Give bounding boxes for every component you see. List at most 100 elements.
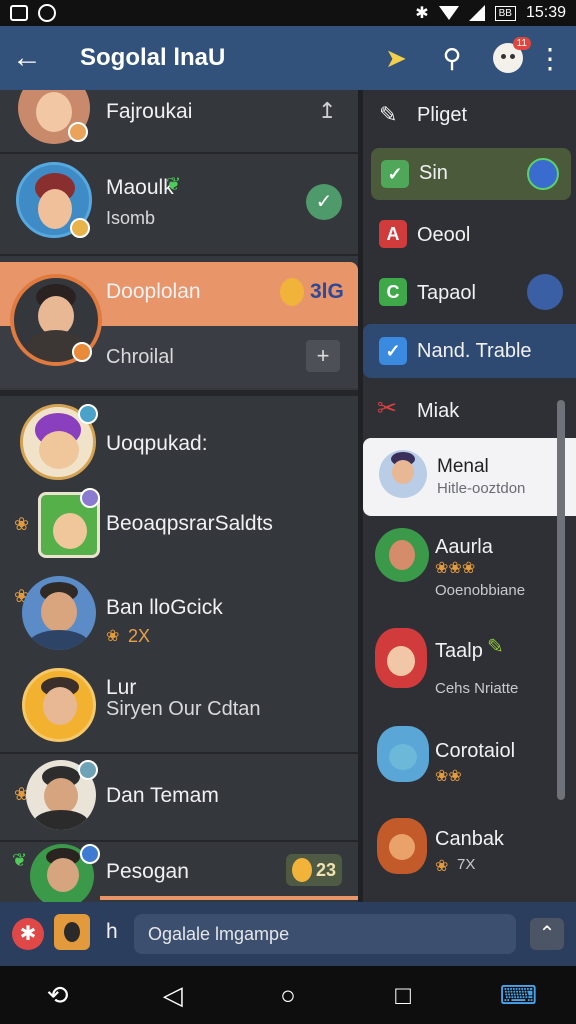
- contact-name: Ban lloGcick: [106, 596, 223, 619]
- menu-item[interactable]: ✂ Miak: [363, 384, 576, 436]
- menu-sublabel: Ooenobbiane: [435, 582, 526, 599]
- input-placeholder: Ogalale lmgampe: [148, 924, 290, 944]
- message-input[interactable]: Ogalale lmgampe: [134, 914, 516, 954]
- conversation-list: Fajroukai ↥ Maoulk ❦ Isomb ✓ Dooplolan 3…: [0, 90, 358, 902]
- status-badge: [72, 342, 92, 362]
- menu-item-sin[interactable]: ✓ Sin: [371, 148, 571, 200]
- unread-count: 23: [315, 859, 337, 880]
- list-item[interactable]: Taalp ✎ Cehs Nriatte: [363, 618, 576, 716]
- avatar[interactable]: [54, 914, 90, 950]
- pin-icon: ✎: [379, 102, 398, 127]
- send-icon[interactable]: ➤: [368, 43, 424, 74]
- menu-label: Nand. Trable: [417, 340, 532, 362]
- side-panel: ✎ Pliget ✓ Sin A Oeool C Tapaol ✓ Nand. …: [363, 90, 576, 902]
- list-item[interactable]: ❀ BeoaqpsrarSaldts: [0, 488, 358, 568]
- menu-item[interactable]: ✎ Pliget: [363, 90, 576, 144]
- list-item[interactable]: Uoqpukad:: [0, 396, 358, 488]
- back-arrow-icon[interactable]: ←: [12, 41, 56, 75]
- signal-icon: [468, 5, 485, 21]
- reaction-icon: ❀❀: [435, 768, 462, 785]
- reaction-count: 2X: [128, 626, 151, 646]
- checkbox-icon[interactable]: ✓: [379, 337, 407, 365]
- list-item[interactable]: ❦ Pesogan 23: [0, 842, 358, 902]
- avatar: [379, 450, 427, 498]
- app-status-icon: [38, 4, 56, 22]
- app-a-icon: A: [379, 220, 407, 248]
- record-icon[interactable]: ✱: [12, 918, 44, 950]
- leaf-icon: ❦: [12, 850, 28, 870]
- notification-count-badge: 11: [512, 37, 531, 50]
- menu-label: Taalp: [435, 640, 483, 662]
- wifi-icon: [438, 6, 459, 20]
- system-nav-bar: ⟲ ◁ ○ □ ⌨: [0, 966, 576, 1024]
- recents-icon[interactable]: □: [383, 975, 423, 1015]
- reaction-icon: ❀: [14, 514, 30, 534]
- contact-name: Dooplolan: [106, 280, 201, 303]
- clock: 15:39: [525, 4, 566, 21]
- list-item[interactable]: ❀ Ban lloGcick ❀ 2X: [0, 570, 358, 666]
- leaf-icon: ❦: [166, 174, 182, 194]
- input-prefix: h: [106, 920, 118, 943]
- menu-label: Miak: [417, 400, 460, 422]
- pin-icon: ✂: [377, 395, 398, 422]
- unread-count: 3lG: [310, 280, 344, 303]
- menu-sublabel: Cehs Nriatte: [435, 680, 519, 697]
- status-badge: [70, 218, 90, 238]
- search-icon[interactable]: ⚲: [424, 43, 480, 74]
- reaction-icon: [291, 858, 312, 882]
- list-item[interactable]: Corotaiol ❀❀: [363, 718, 576, 814]
- more-options-icon[interactable]: ⋮: [536, 42, 564, 75]
- menu-label: Corotaiol: [435, 740, 516, 762]
- list-item[interactable]: Maoulk ❦ Isomb ✓: [0, 154, 358, 252]
- scrollbar[interactable]: [557, 400, 565, 800]
- avatar: [377, 726, 429, 782]
- reaction-icon: [280, 278, 304, 306]
- leaf-icon: ✎: [487, 636, 504, 658]
- menu-label: Pliget: [417, 104, 468, 126]
- home-icon[interactable]: ○: [268, 975, 308, 1015]
- contact-status: Chroilal: [106, 346, 174, 368]
- avatar: [377, 818, 427, 874]
- menu-label: Menal: [437, 456, 489, 477]
- contact-name: Maoulk: [106, 176, 174, 199]
- menu-label: Aaurla: [435, 536, 493, 558]
- notifications-button[interactable]: 11: [493, 37, 531, 73]
- add-icon[interactable]: +: [306, 340, 340, 372]
- contact-name: Uoqpukad:: [106, 432, 208, 455]
- menu-item[interactable]: A Oeool: [363, 206, 576, 262]
- app-bar: ← Sogolal lnaU ➤ ⚲ 11 ⋮: [0, 26, 576, 90]
- list-item[interactable]: Fajroukai ↥: [0, 90, 358, 150]
- contact-status: Siryen Our Cdtan: [106, 698, 261, 720]
- list-item[interactable]: Canbak ❀ 7X: [363, 814, 576, 902]
- back-icon[interactable]: ◁: [153, 975, 193, 1015]
- check-icon[interactable]: ✓: [306, 184, 342, 220]
- status-badge: [78, 760, 98, 780]
- reaction-icon: ❀: [106, 628, 120, 645]
- gallery-icon: [10, 5, 28, 21]
- menu-item-selected[interactable]: ✓ Nand. Trable: [363, 324, 576, 378]
- list-item[interactable]: Lur Siryen Our Cdtan: [0, 668, 358, 752]
- menu-item-active[interactable]: Menal Hitle-ooztdon: [363, 438, 576, 516]
- row-accent: [100, 896, 358, 900]
- avatar: [375, 628, 427, 688]
- status-badge: [68, 122, 88, 142]
- avatar: [22, 576, 96, 650]
- contact-name: Fajroukai: [106, 100, 193, 123]
- pin-icon[interactable]: ↥: [318, 98, 336, 124]
- menu-sublabel: 7X: [457, 856, 476, 873]
- status-badge: [80, 488, 100, 508]
- battery-icon: BB: [494, 5, 516, 21]
- status-icon: [527, 158, 559, 190]
- menu-item[interactable]: C Tapaol: [363, 264, 576, 320]
- menu-label: Sin: [419, 162, 448, 184]
- status-badge: [80, 844, 100, 864]
- rotate-icon[interactable]: ⟲: [38, 975, 78, 1015]
- contact-name: BeoaqpsrarSaldts: [106, 512, 273, 535]
- list-item[interactable]: ❀ Dan Temam: [0, 754, 358, 840]
- status-badge: [78, 404, 98, 424]
- send-button[interactable]: ⌃: [530, 918, 564, 950]
- contact-name: Pesogan: [106, 860, 189, 883]
- list-item[interactable]: Aaurla ❀❀❀ Ooenobbiane: [363, 520, 576, 616]
- contact-status: Isomb: [106, 208, 156, 228]
- keyboard-icon[interactable]: ⌨: [498, 975, 538, 1015]
